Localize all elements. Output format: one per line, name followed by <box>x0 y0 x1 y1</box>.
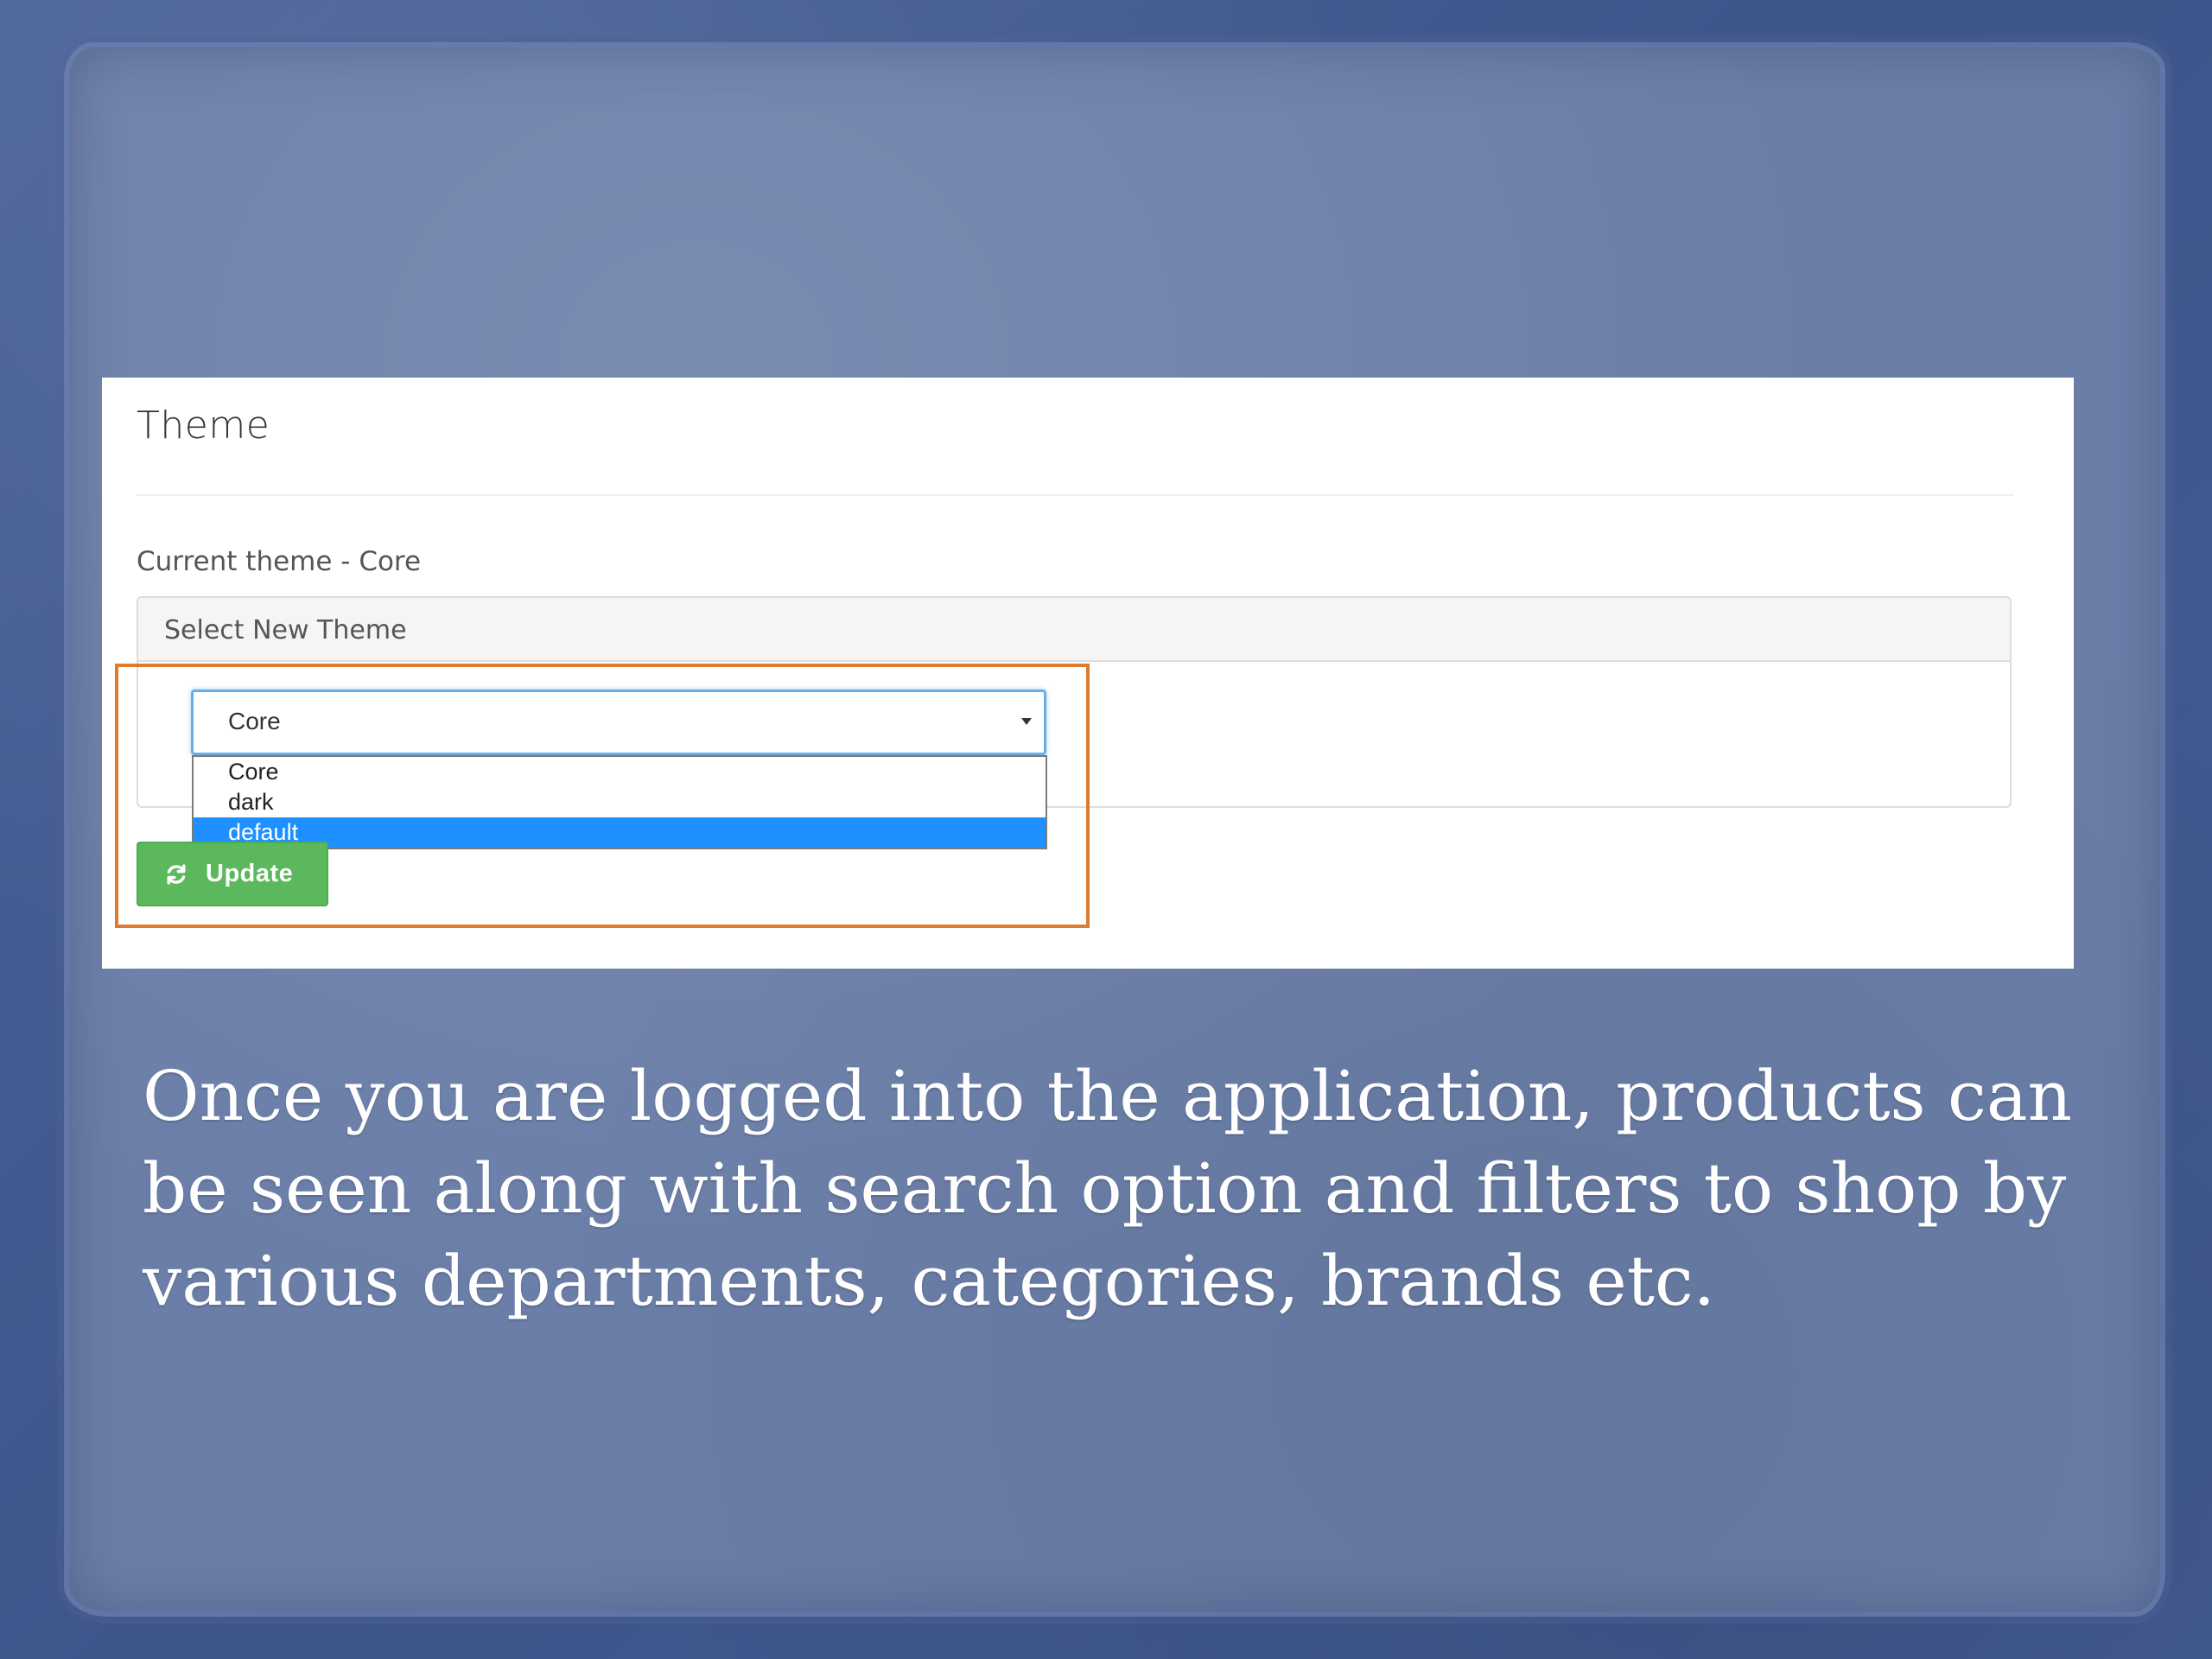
update-button[interactable]: Update <box>137 842 328 906</box>
current-theme-label: Current theme - Core <box>137 546 422 577</box>
theme-dropdown-list: Core dark default <box>192 755 1047 849</box>
select-theme-panel-heading: Select New Theme <box>138 598 2010 662</box>
theme-settings-card: Theme Current theme - Core Select New Th… <box>102 378 2074 969</box>
select-theme-heading-label: Select New Theme <box>164 615 407 645</box>
refresh-icon <box>167 864 186 885</box>
title-divider <box>137 494 2013 496</box>
page-title: Theme <box>137 404 270 448</box>
theme-select-value: Core <box>228 708 281 734</box>
slide-caption: Once you are logged into the application… <box>143 1056 2073 1321</box>
theme-select[interactable]: Core <box>191 690 1046 755</box>
dropdown-option-core[interactable]: Core <box>194 757 1046 787</box>
dropdown-option-dark[interactable]: dark <box>194 787 1046 817</box>
chevron-down-icon <box>1021 718 1032 725</box>
update-button-label: Update <box>206 860 294 887</box>
